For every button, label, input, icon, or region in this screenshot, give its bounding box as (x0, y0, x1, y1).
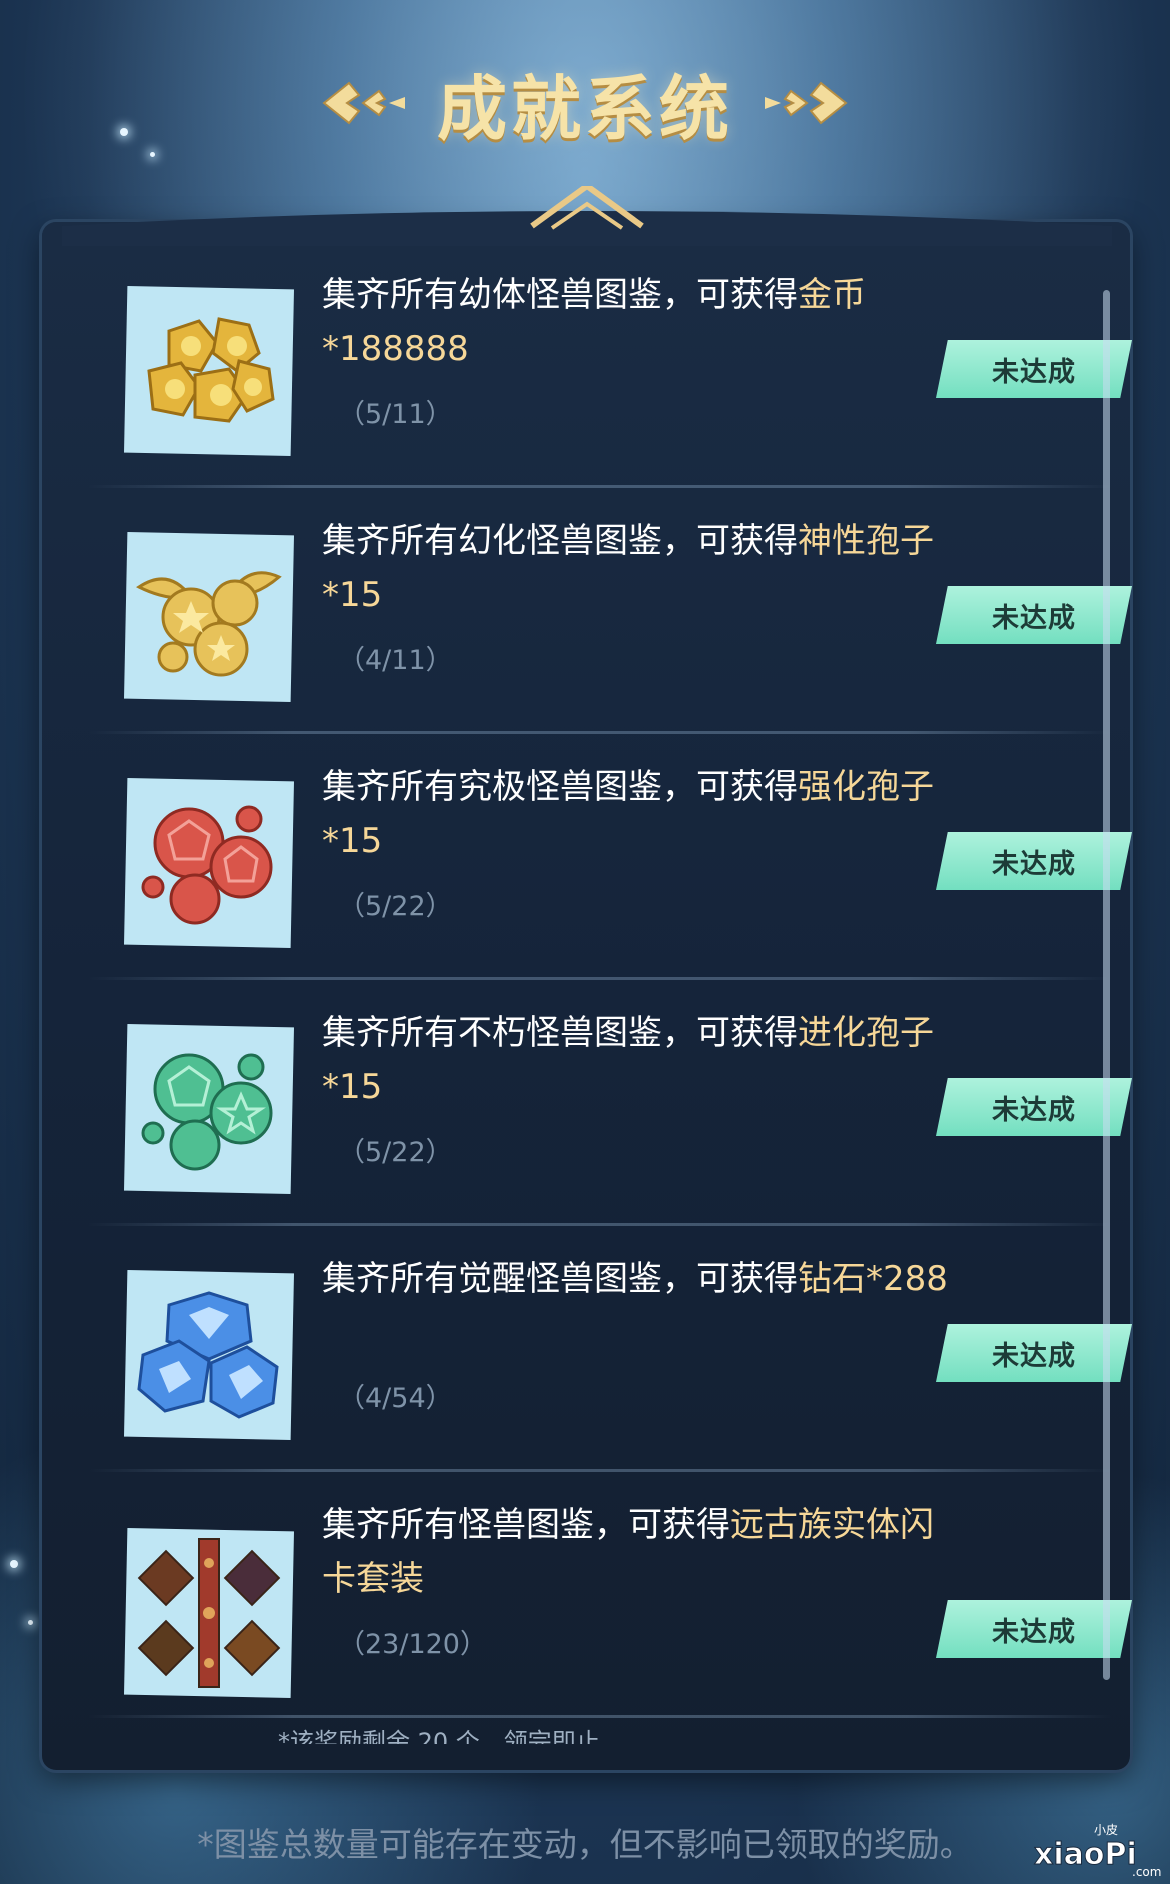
achievement-text: 集齐所有幼体怪兽图鉴，可获得 (322, 275, 798, 315)
achievement-description: 集齐所有幼体怪兽图鉴，可获得金币*188888 (322, 268, 962, 376)
achievement-text: 集齐所有怪兽图鉴，可获得 (322, 1505, 730, 1545)
left-ornament-icon (322, 81, 405, 125)
reward-icon-frame (124, 286, 294, 456)
svg-text:.com: .com (1132, 1865, 1161, 1878)
svg-text:xiaoPi: xiaoPi (1034, 1837, 1137, 1872)
sparkle-icon (10, 1560, 18, 1568)
svg-text:小皮: 小皮 (1094, 1823, 1118, 1837)
page-title: 成就系统 (437, 67, 733, 150)
sparkle-icon (150, 152, 155, 157)
achievement-item: 集齐所有怪兽图鉴，可获得远古族实体闪卡套装 （23/120） 未达成 (88, 1472, 1132, 1718)
achievement-text: 集齐所有幻化怪兽图鉴，可获得 (322, 521, 798, 561)
green-spore-orbs-icon (141, 1053, 273, 1171)
title-banner: 成就系统 (0, 58, 1170, 150)
achievement-progress: （4/54） (338, 1383, 453, 1414)
achievement-panel: 集齐所有幼体怪兽图鉴，可获得金币*188888 （5/11） 未达成 集齐所有幻… (42, 222, 1132, 1770)
reward-icon-frame (124, 1528, 294, 1698)
watermark-logo: 小皮 xiaoPi .com (1034, 1823, 1162, 1878)
achievement-description: 集齐所有怪兽图鉴，可获得远古族实体闪卡套装 (322, 1498, 962, 1606)
achievement-progress: （5/22） (338, 1137, 453, 1168)
achievement-item: 集齐所有觉醒怪兽图鉴，可获得钻石*288 （4/54） 未达成 (88, 1226, 1132, 1472)
achievement-item: 集齐所有幻化怪兽图鉴，可获得神性孢子*15 （4/11） 未达成 (88, 488, 1132, 734)
achievement-progress: （5/11） (338, 399, 453, 430)
scrollbar[interactable] (1103, 290, 1110, 1680)
achievement-progress: （4/11） (338, 645, 453, 676)
achievement-text: 集齐所有不朽怪兽图鉴，可获得 (322, 1013, 798, 1053)
achievement-description: 集齐所有觉醒怪兽图鉴，可获得钻石*288 (322, 1252, 962, 1306)
achievement-description: 集齐所有不朽怪兽图鉴，可获得进化孢子*15 (322, 1006, 962, 1114)
reward-icon-frame (124, 1024, 294, 1194)
achievement-item: 集齐所有究极怪兽图鉴，可获得强化孢子*15 （5/22） 未达成 (88, 734, 1132, 980)
card-set-icon (137, 1538, 281, 1688)
reward-remaining-note: *该奖励剩余 20 个，领完即止 (278, 1728, 600, 1744)
reward-icon-frame (124, 1270, 294, 1440)
sparkle-icon (28, 1620, 33, 1625)
right-ornament-icon (765, 81, 848, 125)
reward-icon-frame (124, 532, 294, 702)
disclaimer-text: *图鉴总数量可能存在变动，但不影响已领取的奖励。 (197, 1825, 973, 1864)
diamond-gems-icon (137, 1291, 279, 1419)
red-spore-orbs-icon (141, 805, 273, 925)
achievement-item: 集齐所有不朽怪兽图鉴，可获得进化孢子*15 （5/22） 未达成 (88, 980, 1132, 1226)
panel-top-ornament-icon (62, 186, 1112, 246)
achievement-text: 集齐所有觉醒怪兽图鉴，可获得 (322, 1259, 798, 1299)
reward-icon-frame (124, 778, 294, 948)
achievement-item: 集齐所有幼体怪兽图鉴，可获得金币*188888 （5/11） 未达成 (88, 242, 1132, 488)
reward-text: 钻石*288 (798, 1259, 948, 1299)
winged-spore-coins-icon (136, 571, 282, 677)
achievement-description: 集齐所有幻化怪兽图鉴，可获得神性孢子*15 (322, 514, 962, 622)
achievement-progress: （5/22） (338, 891, 453, 922)
achievement-progress: （23/120） (338, 1629, 487, 1660)
gold-coins-icon (147, 317, 275, 423)
achievement-description: 集齐所有究极怪兽图鉴，可获得强化孢子*15 (322, 760, 962, 868)
achievement-text: 集齐所有究极怪兽图鉴，可获得 (322, 767, 798, 807)
